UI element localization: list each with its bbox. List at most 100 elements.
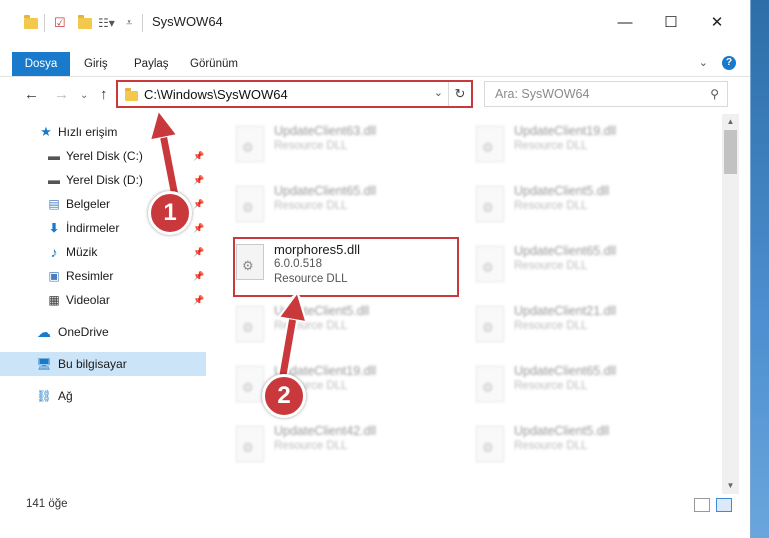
videos-icon: ▦ <box>48 293 60 307</box>
tab-view[interactable]: Görünüm <box>190 52 238 76</box>
file-item[interactable]: UpdateClient19.dll Resource DLL <box>472 120 692 172</box>
properties-icon[interactable]: ☑ <box>54 14 66 32</box>
file-type: Resource DLL <box>514 320 588 332</box>
recent-locations-icon[interactable]: ⌄ <box>80 90 88 101</box>
file-type: Resource DLL <box>274 440 348 452</box>
file-type: Resource DLL <box>514 380 588 392</box>
sidebar-item-drive-c[interactable]: ▬ Yerel Disk (C:) 📌 <box>0 144 206 168</box>
file-name: UpdateClient5.dll <box>274 304 370 318</box>
tab-share[interactable]: Paylaş <box>134 52 169 76</box>
pin-icon: 📌 <box>193 294 205 305</box>
file-name: UpdateClient65.dll <box>274 184 377 198</box>
dll-file-icon <box>476 426 504 462</box>
file-name: UpdateClient5.dll <box>514 424 610 438</box>
file-item[interactable]: UpdateClient42.dll Resource DLL <box>232 420 452 472</box>
file-item[interactable]: UpdateClient21.dll Resource DLL <box>472 300 692 352</box>
navigation-pane: ★ Hızlı erişim ▬ Yerel Disk (C:) 📌 ▬ Yer… <box>0 114 206 494</box>
forward-button[interactable]: → <box>54 86 69 103</box>
file-item[interactable]: UpdateClient65.dll Resource DLL <box>232 180 452 232</box>
tab-home[interactable]: Giriş <box>84 52 108 76</box>
item-count: 141 öğe <box>26 498 68 510</box>
large-icons-view-icon[interactable] <box>716 498 732 512</box>
pin-icon: 📌 <box>193 222 205 233</box>
file-highlight <box>233 237 459 297</box>
new-folder-icon[interactable] <box>78 14 92 32</box>
sidebar-item-label: Resimler <box>66 269 114 283</box>
star-icon: ★ <box>40 124 52 139</box>
file-name: UpdateClient63.dll <box>274 124 377 138</box>
desktop-background <box>749 0 769 538</box>
search-input[interactable]: Ara: SysWOW64 <box>495 87 589 101</box>
file-name: UpdateClient65.dll <box>514 244 617 258</box>
file-type: Resource DLL <box>514 140 588 152</box>
pin-icon: 📌 <box>193 270 205 281</box>
file-item[interactable]: UpdateClient63.dll Resource DLL <box>232 120 452 172</box>
pictures-icon: ▣ <box>48 269 60 283</box>
sidebar-item-music[interactable]: ♪ Müzik 📌 <box>0 240 206 264</box>
details-view-icon[interactable] <box>694 498 710 512</box>
sidebar-item-quick-access[interactable]: ★ Hızlı erişim <box>0 120 206 144</box>
dll-file-icon <box>476 306 504 342</box>
sidebar-item-label: Bu bilgisayar <box>58 357 127 371</box>
up-button[interactable]: ↑ <box>100 86 108 103</box>
dll-file-icon <box>236 126 264 162</box>
quick-access-dropdown-icon[interactable]: ⩡ <box>126 14 132 32</box>
vertical-scrollbar[interactable]: ▲ ▼ <box>722 114 739 494</box>
documents-icon: ▤ <box>48 197 60 211</box>
sidebar-item-onedrive[interactable]: ☁ OneDrive <box>0 320 206 344</box>
pin-icon: 📌 <box>193 174 205 185</box>
close-button[interactable]: ✕ <box>694 10 740 36</box>
sidebar-item-drive-d[interactable]: ▬ Yerel Disk (D:) 📌 <box>0 168 206 192</box>
file-item[interactable]: UpdateClient65.dll Resource DLL <box>472 360 692 412</box>
network-icon: ⛓ <box>36 389 52 403</box>
status-bar: 141 öğe <box>0 494 750 538</box>
drive-icon: ▬ <box>48 149 60 163</box>
sidebar-item-label: Belgeler <box>66 197 111 211</box>
file-name: UpdateClient19.dll <box>514 124 617 138</box>
dll-file-icon <box>476 186 504 222</box>
file-item[interactable]: UpdateClient5.dll Resource DLL <box>472 420 692 472</box>
file-item[interactable]: UpdateClient65.dll Resource DLL <box>472 240 692 292</box>
back-button[interactable]: ← <box>24 86 39 103</box>
title-bar: ☑ ☷▾ ⩡ SysWOW64 — ☐ ✕ <box>0 0 750 48</box>
file-name: UpdateClient5.dll <box>514 184 610 198</box>
file-item[interactable]: UpdateClient5.dll Resource DLL <box>472 180 692 232</box>
customize-toolbar-icon[interactable]: ☷▾ <box>98 14 115 32</box>
sidebar-item-this-pc[interactable]: 🖥 Bu bilgisayar <box>0 352 206 376</box>
file-name: UpdateClient65.dll <box>514 364 617 378</box>
step-badge-1: 1 <box>148 191 192 235</box>
sidebar-item-pictures[interactable]: ▣ Resimler 📌 <box>0 264 206 288</box>
sidebar-item-label: Müzik <box>66 245 98 259</box>
music-icon: ♪ <box>50 244 58 260</box>
sidebar-item-label: Videolar <box>66 293 110 307</box>
scroll-down-icon[interactable]: ▼ <box>722 478 739 494</box>
drive-icon: ▬ <box>48 173 60 187</box>
search-box[interactable]: Ara: SysWOW64 ⚲ <box>484 81 728 107</box>
pin-icon: 📌 <box>193 198 205 209</box>
scrollbar-thumb[interactable] <box>724 130 737 174</box>
cloud-icon: ☁ <box>37 323 51 340</box>
sidebar-item-label: Yerel Disk (C:) <box>66 149 143 163</box>
file-item[interactable]: UpdateClient5.dll Resource DLL <box>232 300 452 352</box>
dll-file-icon <box>476 126 504 162</box>
dll-file-icon <box>236 306 264 342</box>
dll-file-icon <box>236 186 264 222</box>
dll-file-icon <box>236 426 264 462</box>
scroll-up-icon[interactable]: ▲ <box>722 114 739 130</box>
expand-ribbon-icon[interactable]: ⌄ <box>699 56 708 69</box>
file-name: UpdateClient42.dll <box>274 424 377 438</box>
pin-icon: 📌 <box>193 150 205 161</box>
search-icon: ⚲ <box>710 87 719 101</box>
computer-icon: 🖥 <box>36 357 52 371</box>
sidebar-item-network[interactable]: ⛓ Ağ <box>0 384 206 408</box>
tab-file[interactable]: Dosya <box>12 52 70 76</box>
help-icon[interactable]: ? <box>722 56 736 70</box>
pin-icon: 📌 <box>193 246 205 257</box>
sidebar-item-label: OneDrive <box>58 325 109 339</box>
minimize-button[interactable]: — <box>602 10 648 36</box>
file-type: Resource DLL <box>514 260 588 272</box>
ribbon-tabs: Dosya Giriş Paylaş Görünüm ⌄ ? <box>0 52 750 77</box>
dll-file-icon <box>476 366 504 402</box>
maximize-button[interactable]: ☐ <box>648 10 694 36</box>
sidebar-item-videos[interactable]: ▦ Videolar 📌 <box>0 288 206 312</box>
